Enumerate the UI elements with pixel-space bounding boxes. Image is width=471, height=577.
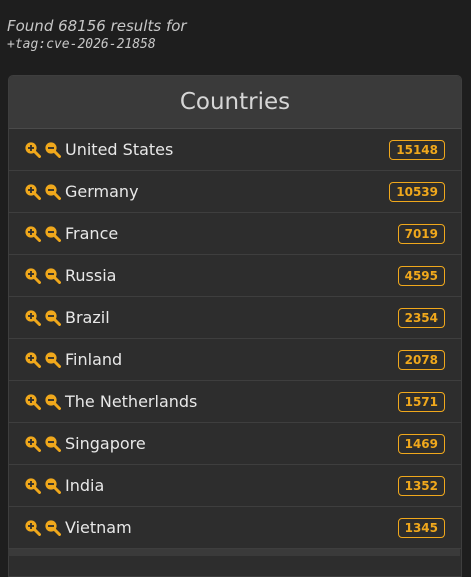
results-count-text: Found 68156 results for	[7, 17, 187, 35]
zoom-out-icon[interactable]	[44, 141, 61, 158]
country-row: Vietnam 1345	[9, 507, 461, 549]
zoom-in-icon[interactable]	[24, 393, 41, 410]
next-panel-edge	[8, 549, 460, 556]
count-badge: 1345	[397, 517, 445, 538]
country-link[interactable]: France	[65, 224, 118, 243]
zoom-in-icon[interactable]	[24, 477, 41, 494]
count-badge: 10539	[389, 181, 445, 202]
country-row: Germany 10539	[9, 171, 461, 213]
country-row: The Netherlands 1571	[9, 381, 461, 423]
count-badge: 7019	[397, 223, 445, 244]
filter-icons	[24, 519, 64, 536]
zoom-out-icon[interactable]	[44, 435, 61, 452]
zoom-out-icon[interactable]	[44, 519, 61, 536]
zoom-in-icon[interactable]	[24, 435, 41, 452]
filter-icons	[24, 477, 64, 494]
filter-icons	[24, 225, 64, 242]
zoom-in-icon[interactable]	[24, 225, 41, 242]
country-row: India 1352	[9, 465, 461, 507]
country-row: Brazil 2354	[9, 297, 461, 339]
zoom-in-icon[interactable]	[24, 519, 41, 536]
country-row: Finland 2078	[9, 339, 461, 381]
country-link[interactable]: Vietnam	[65, 518, 132, 537]
country-link[interactable]: The Netherlands	[65, 392, 197, 411]
country-link[interactable]: Brazil	[65, 308, 110, 327]
results-header: Found 68156 results for +tag:cve-2026-21…	[7, 17, 187, 54]
zoom-in-icon[interactable]	[24, 351, 41, 368]
zoom-out-icon[interactable]	[44, 393, 61, 410]
panel-title: Countries	[9, 76, 461, 129]
count-badge: 2354	[397, 307, 445, 328]
zoom-in-icon[interactable]	[24, 309, 41, 326]
zoom-in-icon[interactable]	[24, 141, 41, 158]
filter-icons	[24, 393, 64, 410]
zoom-out-icon[interactable]	[44, 267, 61, 284]
count-badge: 1571	[397, 391, 445, 412]
country-link[interactable]: Russia	[65, 266, 116, 285]
zoom-out-icon[interactable]	[44, 309, 61, 326]
filter-icons	[24, 141, 64, 158]
country-link[interactable]: Singapore	[65, 434, 146, 453]
country-link[interactable]: India	[65, 476, 104, 495]
country-row: Singapore 1469	[9, 423, 461, 465]
country-link[interactable]: United States	[65, 140, 173, 159]
zoom-out-icon[interactable]	[44, 183, 61, 200]
country-link[interactable]: Finland	[65, 350, 122, 369]
country-row: United States 15148	[9, 129, 461, 171]
filter-icons	[24, 351, 64, 368]
country-row: Russia 4595	[9, 255, 461, 297]
zoom-in-icon[interactable]	[24, 267, 41, 284]
filter-icons	[24, 435, 64, 452]
zoom-out-icon[interactable]	[44, 351, 61, 368]
filter-icons	[24, 309, 64, 326]
count-badge: 1352	[397, 475, 445, 496]
search-query: +tag:cve-2026-21858	[7, 37, 156, 52]
count-badge: 2078	[397, 349, 445, 370]
count-badge: 4595	[397, 265, 445, 286]
count-badge: 1469	[397, 433, 445, 454]
zoom-in-icon[interactable]	[24, 183, 41, 200]
zoom-out-icon[interactable]	[44, 477, 61, 494]
zoom-out-icon[interactable]	[44, 225, 61, 242]
filter-icons	[24, 183, 64, 200]
filter-icons	[24, 267, 64, 284]
country-link[interactable]: Germany	[65, 182, 139, 201]
countries-list: United States 15148 Germany 10539 France 7019…	[9, 129, 461, 549]
count-badge: 15148	[389, 139, 445, 160]
countries-panel: Countries United States 15148 Germany 10539…	[8, 75, 462, 577]
country-row: France 7019	[9, 213, 461, 255]
